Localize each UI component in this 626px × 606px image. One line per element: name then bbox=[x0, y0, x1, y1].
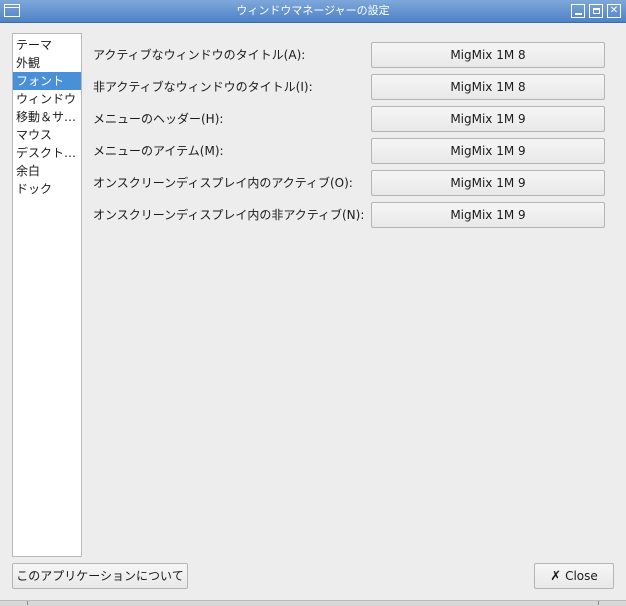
font-label-osd-active: オンスクリーンディスプレイ内のアクティブ(O): bbox=[93, 176, 353, 190]
sidebar-item-theme[interactable]: テーマ bbox=[13, 36, 81, 54]
resize-grip-right[interactable] bbox=[598, 601, 599, 605]
font-button-menu-item[interactable]: MigMix 1M 9 bbox=[371, 138, 605, 164]
close-button[interactable]: ✗ Close bbox=[534, 563, 614, 589]
font-row-menu-header: メニューのヘッダー(H): MigMix 1M 9 bbox=[93, 106, 605, 132]
font-row-osd-active: オンスクリーンディスプレイ内のアクティブ(O): MigMix 1M 9 bbox=[93, 170, 605, 196]
maximize-icon bbox=[592, 8, 600, 14]
minimize-button[interactable] bbox=[571, 4, 585, 18]
font-row-inactive-title: 非アクティブなウィンドウのタイトル(I): MigMix 1M 8 bbox=[93, 74, 605, 100]
font-row-active-title: アクティブなウィンドウのタイトル(A): MigMix 1M 8 bbox=[93, 42, 605, 68]
font-label-active-title: アクティブなウィンドウのタイトル(A): bbox=[93, 48, 306, 62]
sidebar-item-appearance[interactable]: 外観 bbox=[13, 54, 81, 72]
sidebar-item-desktops[interactable]: デスクト… bbox=[13, 144, 81, 162]
sidebar-item-move-resize[interactable]: 移動＆サ… bbox=[13, 108, 81, 126]
font-label-inactive-title: 非アクティブなウィンドウのタイトル(I): bbox=[93, 80, 313, 94]
sidebar-item-fonts[interactable]: フォント bbox=[13, 72, 81, 90]
sidebar-item-windows[interactable]: ウィンドウ bbox=[13, 90, 81, 108]
font-button-menu-header[interactable]: MigMix 1M 9 bbox=[371, 106, 605, 132]
title-bar[interactable]: ウィンドウマネージャーの設定 ✕ bbox=[0, 0, 626, 23]
sidebar-item-margins[interactable]: 余白 bbox=[13, 162, 81, 180]
font-row-osd-inactive: オンスクリーンディスプレイ内の非アクティブ(N): MigMix 1M 9 bbox=[93, 202, 605, 228]
font-button-osd-inactive[interactable]: MigMix 1M 9 bbox=[371, 202, 605, 228]
close-window-button[interactable]: ✕ bbox=[607, 4, 621, 18]
close-icon: ✗ bbox=[550, 568, 562, 584]
font-label-menu-header: メニューのヘッダー(H): bbox=[93, 112, 224, 126]
window-title: ウィンドウマネージャーの設定 bbox=[236, 4, 390, 17]
about-button[interactable]: このアプリケーションについて bbox=[12, 563, 188, 589]
font-button-osd-active[interactable]: MigMix 1M 9 bbox=[371, 170, 605, 196]
resize-grip-left[interactable] bbox=[27, 601, 28, 605]
maximize-button[interactable] bbox=[589, 4, 603, 18]
font-label-osd-inactive: オンスクリーンディスプレイ内の非アクティブ(N): bbox=[93, 208, 365, 222]
close-icon: ✕ bbox=[609, 5, 619, 16]
font-button-active-title[interactable]: MigMix 1M 8 bbox=[371, 42, 605, 68]
font-label-menu-item: メニューのアイテム(M): bbox=[93, 144, 224, 158]
window-bottom-edge bbox=[0, 600, 626, 606]
sidebar-item-mouse[interactable]: マウス bbox=[13, 126, 81, 144]
font-button-inactive-title[interactable]: MigMix 1M 8 bbox=[371, 74, 605, 100]
sidebar-item-dock[interactable]: ドック bbox=[13, 180, 81, 198]
font-row-menu-item: メニューのアイテム(M): MigMix 1M 9 bbox=[93, 138, 605, 164]
close-button-label: Close bbox=[565, 569, 598, 583]
minimize-icon bbox=[574, 13, 582, 15]
category-list[interactable]: テーマ 外観 フォント ウィンドウ 移動＆サ… マウス デスクト… 余白 ドック bbox=[12, 33, 82, 557]
